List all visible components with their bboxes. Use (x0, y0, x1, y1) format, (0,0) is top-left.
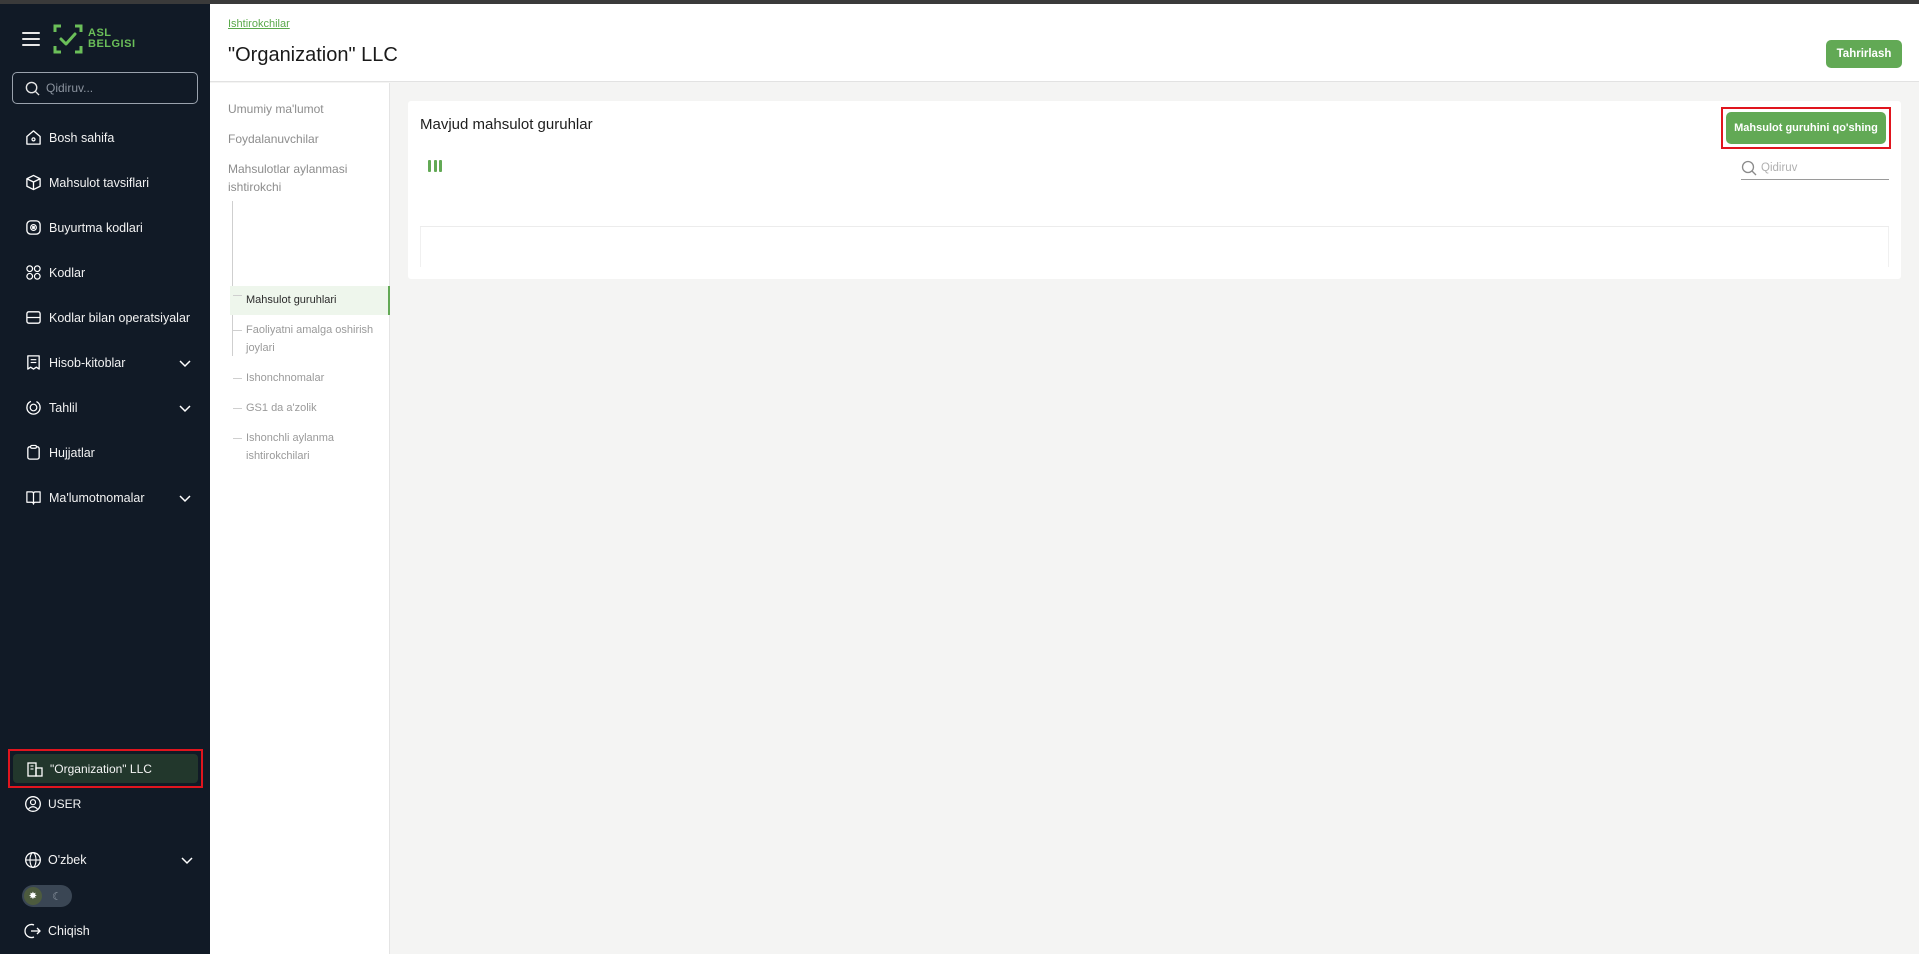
home-icon (24, 129, 42, 147)
tab-trusted-participants[interactable]: Ishonchli aylanma ishtirokchilari (230, 429, 380, 465)
organization-highlight: "Organization" LLC (8, 749, 203, 788)
search-icon (1741, 160, 1757, 175)
columns-icon[interactable] (428, 160, 442, 172)
sidebar-item-references[interactable]: Ma'lumotnomalar (0, 475, 210, 520)
sidebar-item-analytics[interactable]: Tahlil (0, 385, 210, 430)
breadcrumb[interactable]: Ishtirokchilar (228, 18, 290, 30)
chevron-down-icon[interactable] (180, 853, 194, 867)
sidebar-item-organization[interactable]: "Organization" LLC (13, 754, 198, 783)
sidebar-item-order-codes[interactable]: Buyurtma kodlari (0, 205, 210, 250)
table-search-input[interactable] (1761, 161, 1871, 174)
sidebar-item-code-operations[interactable]: Kodlar bilan operatsiyalar (0, 295, 210, 340)
theme-toggle[interactable]: ✸ ☾ (22, 885, 72, 907)
user-label: USER (48, 797, 82, 811)
tab-gs1-membership[interactable]: GS1 da a'zolik (230, 399, 380, 417)
sidebar-item-label: Buyurtma kodlari (49, 220, 143, 235)
search-icon (25, 81, 40, 96)
sidebar-item-home[interactable]: Bosh sahifa (0, 115, 210, 160)
sidebar-item-label: Kodlar bilan operatsiyalar (49, 310, 191, 325)
clipboard-icon (24, 444, 42, 462)
chevron-down-icon[interactable] (178, 491, 192, 505)
tab-product-groups[interactable]: Mahsulot guruhlari (230, 286, 390, 315)
logo-mark-icon (53, 24, 83, 54)
user-icon (25, 796, 41, 812)
logo-line-2: BELGISI (88, 38, 136, 50)
logo[interactable]: ASL BELGISI (52, 23, 136, 55)
tab-users[interactable]: Foydalanuvchilar (228, 130, 319, 148)
language-selector[interactable]: O'zbek (24, 851, 194, 869)
sidebar-item-codes[interactable]: Kodlar (0, 250, 210, 295)
sidebar-item-user[interactable]: USER (24, 795, 81, 813)
tab-turnover-participant[interactable]: Mahsulotlar aylanmasi ishtirokchi (228, 160, 368, 196)
edit-button[interactable]: Tahrirlash (1826, 40, 1902, 68)
sidebar-item-label: Hujjatlar (49, 445, 95, 460)
sidebar-item-label: Kodlar (49, 265, 86, 280)
sidebar-item-label: Hisob-kitoblar (49, 355, 126, 370)
sidebar-nav: Bosh sahifa Mahsulot tavsiflari Buyurtma… (0, 115, 210, 520)
add-button-highlight: Mahsulot guruhini qo'shing (1721, 107, 1891, 149)
tab-general-info[interactable]: Umumiy ma'lumot (228, 100, 324, 118)
sidebar-item-documents[interactable]: Hujjatlar (0, 430, 210, 475)
logout-label: Chiqish (48, 924, 90, 938)
chevron-down-icon[interactable] (178, 356, 192, 370)
sidebar-item-accounts[interactable]: Hisob-kitoblar (0, 340, 210, 385)
logout-button[interactable]: Chiqish (24, 922, 90, 940)
language-label: O'zbek (48, 853, 87, 867)
tab-activity-locations[interactable]: Faoliyatni amalga oshirish joylari (230, 321, 380, 357)
analytics-icon (24, 399, 42, 417)
order-codes-icon (24, 219, 42, 237)
sun-icon: ✸ (24, 887, 42, 905)
logo-text: ASL BELGISI (88, 28, 136, 50)
globe-icon (25, 852, 41, 868)
organization-label: "Organization" LLC (50, 761, 152, 776)
sidebar-item-label: Ma'lumotnomalar (49, 490, 145, 505)
sidebar: ASL BELGISI Bosh sahifa Mahsulot tavsifl… (0, 4, 210, 954)
card-title: Mavjud mahsulot guruhlar (420, 116, 593, 133)
moon-icon: ☾ (52, 890, 62, 903)
logout-icon (24, 923, 41, 939)
sidebar-item-label: Tahlil (49, 400, 78, 415)
table-search[interactable] (1741, 156, 1889, 180)
box-icon (24, 174, 42, 192)
sidebar-search[interactable] (12, 72, 198, 104)
building-icon (27, 761, 43, 777)
add-product-group-button[interactable]: Mahsulot guruhini qo'shing (1726, 112, 1886, 144)
table-body-empty (420, 227, 1889, 267)
operations-icon (24, 309, 42, 327)
receipt-icon (24, 354, 42, 372)
sidebar-search-input[interactable] (46, 81, 186, 95)
sidebar-item-product-descriptions[interactable]: Mahsulot tavsiflari (0, 160, 210, 205)
codes-icon (24, 264, 42, 282)
chevron-down-icon[interactable] (178, 401, 192, 415)
section-nav: Umumiy ma'lumot Foydalanuvchilar Mahsulo… (210, 83, 390, 954)
tab-power-of-attorney[interactable]: Ishonchnomalar (230, 369, 380, 387)
sidebar-item-label: Bosh sahifa (49, 130, 115, 145)
page-header: Ishtirokchilar "Organization" LLC Tahrir… (210, 4, 1919, 82)
product-groups-card: Mavjud mahsulot guruhlar Mahsulot guruhi… (408, 101, 1901, 279)
sidebar-item-label: Mahsulot tavsiflari (49, 175, 150, 190)
menu-icon[interactable] (22, 32, 40, 46)
page-title: "Organization" LLC (228, 44, 398, 66)
sidebar-header: ASL BELGISI (22, 22, 136, 56)
book-icon (24, 489, 42, 507)
